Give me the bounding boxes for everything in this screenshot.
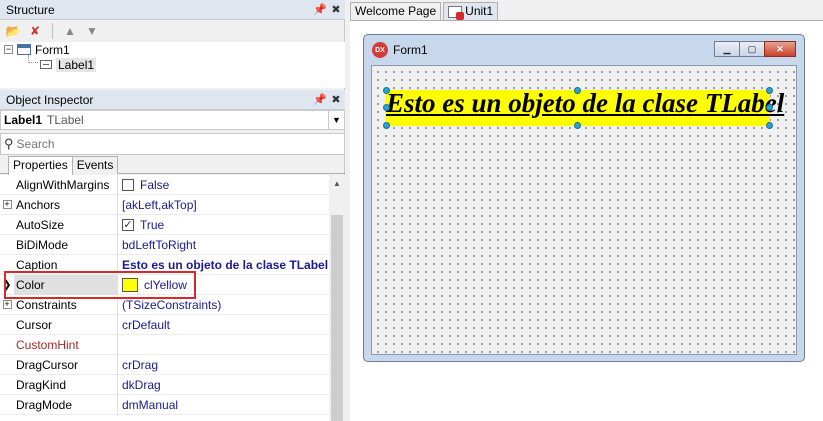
form-icon	[17, 44, 31, 55]
structure-tree: − Form1 Label1	[0, 42, 345, 88]
resize-handle-left[interactable]	[383, 104, 390, 111]
property-value[interactable]: crDefault	[118, 318, 329, 332]
checkbox[interactable]	[122, 178, 134, 191]
label1-caption[interactable]: Esto es un objeto de la clase TLabel	[386, 88, 784, 119]
property-value[interactable]: bdLeftToRight	[118, 238, 329, 252]
search-icon: ⚲	[4, 136, 14, 151]
expand-icon[interactable]: +	[2, 300, 12, 309]
object-inspector-header: Object Inspector 📌 ✖	[0, 90, 345, 110]
dx-app-icon: DX	[372, 42, 388, 58]
object-inspector-title: Object Inspector	[6, 92, 94, 107]
folder-icon[interactable]: 📂	[4, 22, 22, 40]
editor-tabs: Welcome Page Unit1	[350, 0, 823, 20]
pin-icon[interactable]: 📌	[313, 3, 327, 16]
label-component-icon	[40, 60, 52, 69]
property-value-text: False	[140, 177, 170, 192]
search-input[interactable]	[16, 137, 344, 151]
resize-handle-top[interactable]	[574, 87, 581, 94]
checkbox-checked[interactable]: ✓	[122, 218, 134, 231]
window-buttons: ▁ ▢ ✕	[714, 41, 796, 57]
property-value[interactable]: dmManual	[118, 398, 329, 412]
structure-toolbar: 📂 ✘ ▲ ▼	[0, 20, 345, 42]
structure-title: Structure	[6, 2, 55, 17]
color-property-highlight	[4, 271, 196, 299]
property-value[interactable]: dkDrag	[118, 378, 329, 392]
tab-properties[interactable]: Properties	[8, 156, 73, 175]
tree-item-label: Form1	[35, 42, 70, 57]
tab-unit1[interactable]: Unit1	[443, 2, 499, 20]
property-row-dragkind[interactable]: DragKind dkDrag	[0, 374, 329, 395]
property-value[interactable]: crDrag	[118, 358, 329, 372]
form1-window[interactable]: DX Form1 ▁ ▢ ✕	[363, 34, 805, 362]
tab-label: Welcome Page	[355, 4, 437, 18]
property-name: Anchors	[14, 194, 118, 215]
selected-component-class: TLabel	[47, 113, 84, 127]
property-value[interactable]: [akLeft,akTop]	[118, 198, 329, 212]
collapse-icon[interactable]: −	[4, 45, 13, 54]
property-name: AutoSize	[14, 214, 118, 235]
move-down-icon[interactable]: ▼	[83, 22, 101, 40]
inspector-tabs: Properties Events	[0, 156, 345, 175]
form-caption: Form1	[393, 43, 428, 57]
resize-handle-bottom-left[interactable]	[383, 122, 390, 129]
move-up-icon[interactable]: ▲	[61, 22, 79, 40]
property-row-anchors[interactable]: + Anchors [akLeft,akTop]	[0, 194, 329, 215]
property-row-autosize[interactable]: AutoSize ✓ True	[0, 214, 329, 235]
delete-component-icon[interactable]: ✘	[26, 22, 44, 40]
tree-item-label: Label1	[56, 57, 97, 72]
property-search[interactable]: ⚲	[0, 133, 345, 155]
resize-handle-bottom[interactable]	[574, 122, 581, 129]
expand-icon[interactable]: +	[2, 200, 12, 209]
toolbar-divider	[52, 23, 53, 39]
property-row-dragcursor[interactable]: DragCursor crDrag	[0, 354, 329, 375]
property-name: BiDiMode	[14, 234, 118, 255]
property-name: AlignWithMargins	[14, 175, 118, 195]
property-name: DragMode	[14, 394, 118, 415]
property-grid-scrollbar[interactable]: ▲	[329, 175, 345, 421]
tree-item-label1[interactable]: Label1	[40, 57, 97, 72]
maximize-icon[interactable]: ▢	[739, 41, 765, 57]
pin-icon[interactable]: 📌	[313, 93, 327, 106]
property-value[interactable]: Esto es un objeto de la clase TLabel	[118, 258, 329, 272]
property-value[interactable]: False	[118, 178, 329, 192]
left-panel: Structure 📌 ✖ 📂 ✘ ▲ ▼ − Form1 Label1 Obj…	[0, 0, 345, 421]
tab-label: Unit1	[465, 4, 494, 18]
resize-handle-right[interactable]	[766, 104, 773, 111]
close-icon[interactable]: ✖	[329, 3, 343, 16]
property-row-customhint[interactable]: CustomHint	[0, 334, 329, 355]
property-value[interactable]: ✓ True	[118, 218, 329, 232]
tab-events[interactable]: Events	[71, 156, 119, 174]
close-icon[interactable]: ✖	[329, 93, 343, 106]
property-value-text: True	[140, 217, 165, 232]
resize-handle-top-left[interactable]	[383, 87, 390, 94]
property-row-dragmode[interactable]: DragMode dmManual	[0, 394, 329, 415]
unit-file-icon	[448, 5, 465, 20]
tree-connector	[28, 55, 38, 63]
property-row-alignwithmargins[interactable]: AlignWithMargins False	[0, 175, 329, 195]
resize-handle-top-right[interactable]	[766, 87, 773, 94]
tab-welcome-page[interactable]: Welcome Page	[350, 2, 442, 20]
property-name: DragCursor	[14, 354, 118, 375]
component-selector[interactable]: Label1 TLabel ▼	[0, 110, 345, 130]
resize-handle-bottom-right[interactable]	[766, 122, 773, 129]
property-name: CustomHint	[14, 334, 118, 355]
close-icon[interactable]: ✕	[764, 41, 796, 57]
property-row-cursor[interactable]: Cursor crDefault	[0, 314, 329, 335]
property-name: Cursor	[14, 314, 118, 335]
scroll-up-arrow-icon[interactable]: ▲	[329, 175, 345, 191]
property-row-bidimode[interactable]: BiDiMode bdLeftToRight	[0, 234, 329, 255]
chevron-down-icon[interactable]: ▼	[328, 111, 344, 129]
structure-panel-header: Structure 📌 ✖	[0, 0, 345, 20]
property-value[interactable]: (TSizeConstraints)	[118, 298, 329, 312]
selected-component-name: Label1	[4, 113, 43, 127]
form-title-bar[interactable]: DX Form1 ▁ ▢ ✕	[364, 35, 804, 65]
scrollbar-thumb[interactable]	[331, 215, 343, 421]
property-name: DragKind	[14, 374, 118, 395]
minimize-icon[interactable]: ▁	[714, 41, 740, 57]
